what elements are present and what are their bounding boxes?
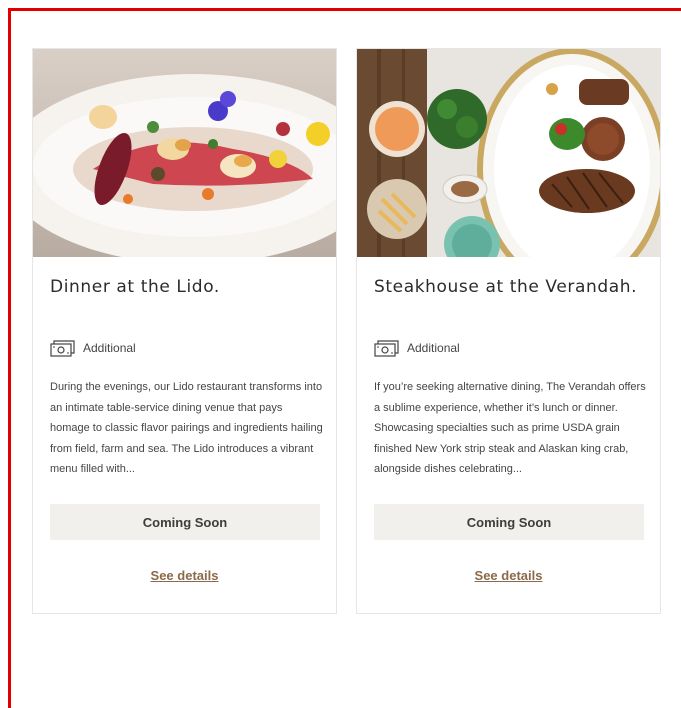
verandah-steak-photo xyxy=(357,49,660,257)
card-description: If you’re seeking alternative dining, Th… xyxy=(374,381,646,475)
card-description: During the evenings, our Lido restaurant… xyxy=(50,381,323,475)
card-title: Steakhouse at the Verandah. xyxy=(374,277,638,297)
coming-soon-button[interactable]: Coming Soon xyxy=(50,504,320,540)
card-title: Dinner at the Lido. xyxy=(50,277,220,297)
ticket-icon xyxy=(374,339,399,357)
ticket-icon xyxy=(50,339,75,357)
tag-label: Additional xyxy=(83,341,136,355)
additional-tag: Additional xyxy=(50,338,136,358)
dining-card-verandah: Steakhouse at the Verandah. Additional I… xyxy=(356,48,661,614)
see-details-link[interactable]: See details xyxy=(33,568,336,583)
see-details-link[interactable]: See details xyxy=(357,568,660,583)
additional-tag: Additional xyxy=(374,338,460,358)
tag-label: Additional xyxy=(407,341,460,355)
coming-soon-button[interactable]: Coming Soon xyxy=(374,504,644,540)
lido-dish-photo xyxy=(33,49,336,257)
dining-card-lido: Dinner at the Lido. Additional During th… xyxy=(32,48,337,614)
